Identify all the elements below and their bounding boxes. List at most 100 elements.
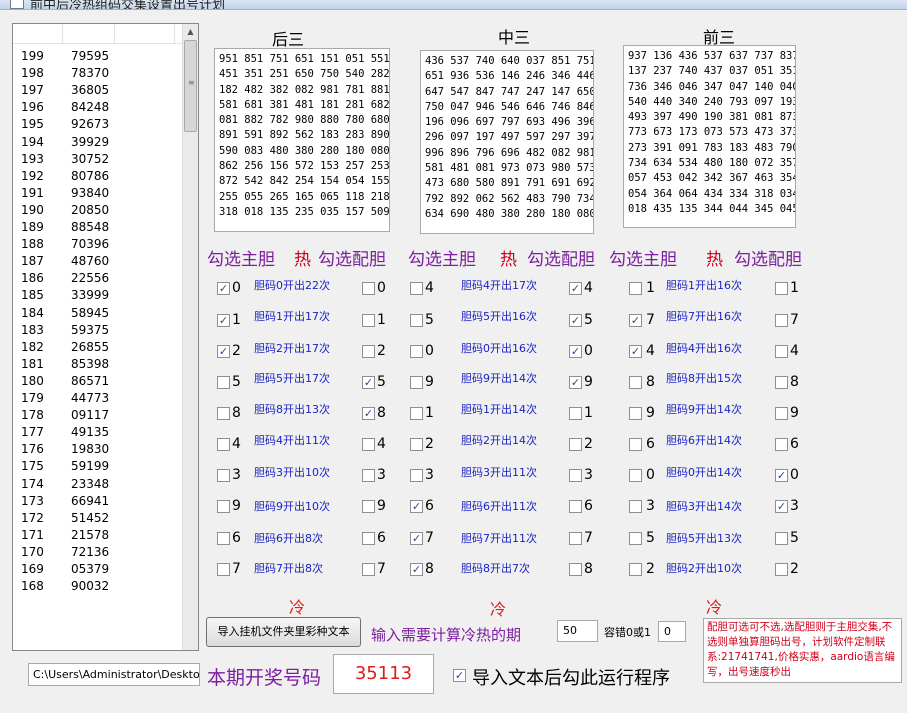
main-digit-checkbox[interactable]: ✓ [629,345,642,358]
scroll-thumb[interactable]: ≡ [184,40,197,132]
main-digit-checkbox[interactable] [629,500,642,513]
main-digit-checkbox[interactable] [217,407,230,420]
main-digit-checkbox[interactable] [410,314,423,327]
pair-digit-checkbox[interactable] [775,345,788,358]
pair-digit-checkbox[interactable] [362,314,375,327]
list-item[interactable]: 198 78370 [13,66,185,83]
scroll-up-icon[interactable]: ▲ [183,24,198,40]
path-input[interactable]: C:\Users\Administrator\Desktop [28,663,200,686]
tolerance-input[interactable]: 0 [658,621,686,642]
list-item[interactable]: 175 59199 [13,459,185,476]
list-item[interactable]: 178 09117 [13,408,185,425]
pair-digit-checkbox[interactable] [569,563,582,576]
main-digit-checkbox[interactable] [629,376,642,389]
main-digit-checkbox[interactable] [410,345,423,358]
pair-digit-checkbox[interactable]: ✓ [569,345,582,358]
list-item[interactable]: 177 49135 [13,425,185,442]
main-digit-checkbox[interactable]: ✓ [410,532,423,545]
run-checkbox[interactable]: ✓ [453,669,466,682]
pair-digit-checkbox[interactable] [775,438,788,451]
list-item[interactable]: 196 84248 [13,100,185,117]
main-digit-checkbox[interactable] [217,469,230,482]
list-item[interactable]: 187 48760 [13,254,185,271]
pair-digit-checkbox[interactable]: ✓ [775,500,788,513]
list-item[interactable]: 191 93840 [13,186,185,203]
pair-digit-checkbox[interactable] [775,314,788,327]
pair-digit-checkbox[interactable]: ✓ [569,376,582,389]
pair-digit-checkbox[interactable]: ✓ [569,282,582,295]
main-digit-checkbox[interactable]: ✓ [629,314,642,327]
pair-digit-checkbox[interactable] [362,438,375,451]
list-item[interactable]: 176 19830 [13,442,185,459]
main-digit-checkbox[interactable]: ✓ [410,500,423,513]
period-input[interactable]: 50 [557,620,598,642]
list-item[interactable]: 185 33999 [13,288,185,305]
list-item[interactable]: 173 66941 [13,494,185,511]
list-item[interactable]: 199 79595 [13,49,185,66]
pair-digit-checkbox[interactable] [775,376,788,389]
pair-digit-checkbox[interactable] [775,563,788,576]
list-item[interactable]: 171 21578 [13,528,185,545]
pair-digit-checkbox[interactable] [775,407,788,420]
group-code-textarea[interactable]: 436 537 740 640 037 851 751 651 936 536 … [420,50,594,234]
pair-digit-checkbox[interactable] [362,345,375,358]
list-item[interactable]: 180 86571 [13,374,185,391]
list-item[interactable]: 169 05379 [13,562,185,579]
list-item[interactable]: 195 92673 [13,117,185,134]
list-item[interactable]: 186 22556 [13,271,185,288]
list-item[interactable]: 179 44773 [13,391,185,408]
list-item[interactable]: 181 85398 [13,357,185,374]
main-digit-checkbox[interactable]: ✓ [217,314,230,327]
list-item[interactable]: 170 72136 [13,545,185,562]
history-list[interactable]: 199 79595 198 78370 197 36805 196 84248 195 92673… [12,23,199,651]
pair-digit-checkbox[interactable] [362,469,375,482]
list-item[interactable]: 190 20850 [13,203,185,220]
main-digit-checkbox[interactable] [410,407,423,420]
list-item[interactable]: 197 36805 [13,83,185,100]
list-item[interactable]: 172 51452 [13,511,185,528]
list-item[interactable]: 189 88548 [13,220,185,237]
list-item[interactable]: 183 59375 [13,323,185,340]
list-item[interactable]: 182 26855 [13,340,185,357]
pair-digit-checkbox[interactable]: ✓ [775,469,788,482]
main-digit-checkbox[interactable] [629,282,642,295]
main-digit-checkbox[interactable] [629,438,642,451]
import-text-button[interactable]: 导入挂机文件夹里彩种文本 [206,617,361,647]
main-digit-checkbox[interactable] [629,407,642,420]
main-digit-checkbox[interactable]: ✓ [217,345,230,358]
main-digit-checkbox[interactable] [217,376,230,389]
group-code-textarea[interactable]: 937 136 436 537 637 737 837 137 237 740 … [623,45,796,228]
pair-digit-checkbox[interactable]: ✓ [362,376,375,389]
pair-digit-checkbox[interactable] [569,438,582,451]
list-item[interactable]: 174 23348 [13,477,185,494]
main-digit-checkbox[interactable]: ✓ [217,282,230,295]
pair-digit-checkbox[interactable] [362,532,375,545]
pair-digit-checkbox[interactable] [362,563,375,576]
pair-digit-checkbox[interactable]: ✓ [362,407,375,420]
pair-digit-checkbox[interactable]: ✓ [569,314,582,327]
list-item[interactable]: 192 80786 [13,169,185,186]
list-item[interactable]: 194 39929 [13,135,185,152]
main-digit-checkbox[interactable] [217,563,230,576]
main-digit-checkbox[interactable] [217,500,230,513]
draw-input[interactable]: 35113 [333,654,434,694]
pair-digit-checkbox[interactable] [569,500,582,513]
main-digit-checkbox[interactable] [629,469,642,482]
pair-digit-checkbox[interactable] [569,407,582,420]
main-digit-checkbox[interactable] [410,282,423,295]
main-digit-checkbox[interactable] [629,563,642,576]
list-item[interactable]: 188 70396 [13,237,185,254]
main-digit-checkbox[interactable] [629,532,642,545]
main-digit-checkbox[interactable]: ✓ [410,563,423,576]
main-digit-checkbox[interactable] [217,438,230,451]
group-code-textarea[interactable]: 951 851 751 651 151 051 551 451 351 251 … [214,48,390,232]
pair-digit-checkbox[interactable] [362,500,375,513]
list-item[interactable]: 184 58945 [13,306,185,323]
main-digit-checkbox[interactable] [410,376,423,389]
pair-digit-checkbox[interactable] [362,282,375,295]
pair-digit-checkbox[interactable] [569,532,582,545]
pair-digit-checkbox[interactable] [569,469,582,482]
list-scrollbar[interactable]: ▲ ≡ [182,24,198,650]
main-digit-checkbox[interactable] [410,438,423,451]
list-item[interactable]: 193 30752 [13,152,185,169]
